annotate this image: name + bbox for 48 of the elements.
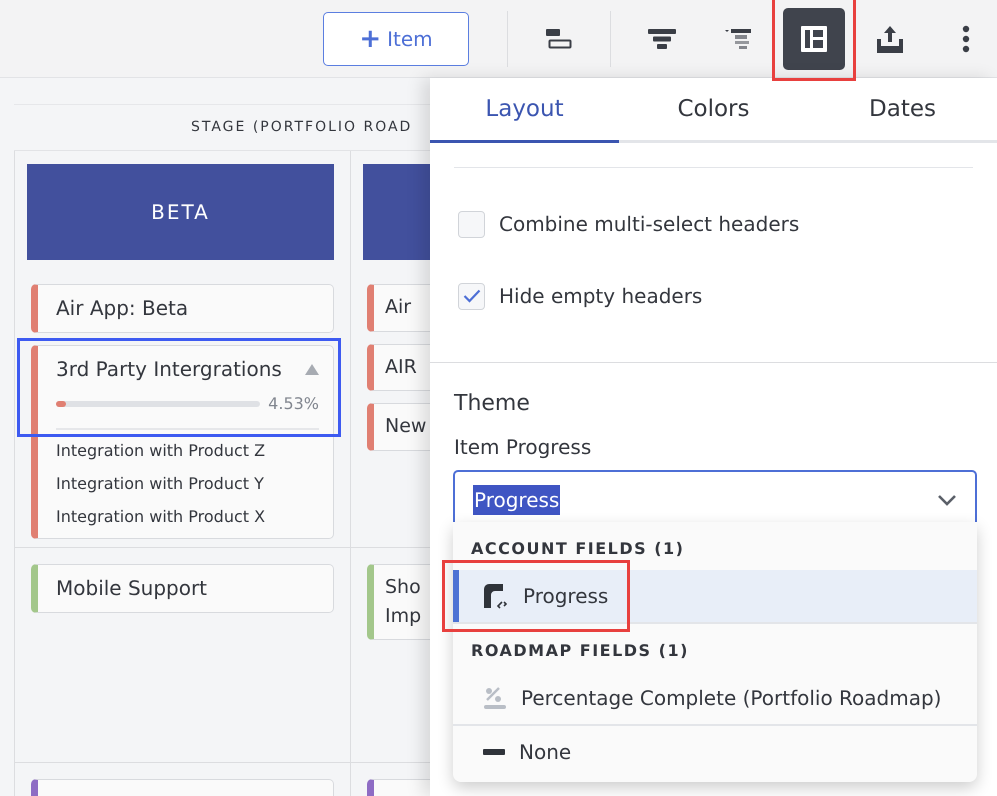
- item-card[interactable]: New: [367, 403, 430, 450]
- checkbox[interactable]: [458, 210, 485, 238]
- item-card[interactable]: Air App: Beta: [31, 284, 334, 333]
- group-heading: ROADMAP FIELDS (1): [470, 640, 690, 662]
- bars-icon: [546, 28, 572, 48]
- card-title: Air App: Beta: [56, 295, 188, 322]
- check-icon: [462, 289, 480, 303]
- field-label: Item Progress: [453, 434, 592, 461]
- panel-tab[interactable]: Dates: [808, 78, 997, 143]
- item-card[interactable]: 3rd Party Intergrations 4.53% Integration with Product Z Integration with Product Y Integration with Product X: [31, 345, 334, 539]
- panel-tab[interactable]: Layout: [430, 78, 619, 143]
- child-item[interactable]: Integration with Product Z: [56, 439, 319, 463]
- card-title: Mobile Support: [56, 575, 208, 602]
- dropdown-option[interactable]: Progress: [453, 570, 977, 622]
- layout-icon: [800, 24, 828, 52]
- card-title: Air: [385, 295, 412, 320]
- item-card[interactable]: Sho Imp: [367, 564, 430, 640]
- section-title: Theme: [453, 390, 531, 418]
- dropdown-option[interactable]: None: [453, 726, 977, 778]
- progress-percent: 4.53%: [268, 393, 319, 415]
- card-title: AIR: [385, 354, 417, 380]
- group-heading: ACCOUNT FIELDS (1): [470, 538, 686, 560]
- chevron-down-icon: [937, 494, 957, 506]
- checkbox-label: Hide empty headers: [499, 283, 702, 310]
- more-icon: [962, 24, 970, 52]
- item-card[interactable]: Air: [367, 284, 430, 332]
- child-item[interactable]: Integration with Product X: [56, 505, 319, 529]
- dropdown-option[interactable]: Percentage Complete (Portfolio Roadmap): [453, 672, 977, 724]
- group-header: STAGE (PORTFOLIO ROAD: [191, 118, 412, 137]
- percentage-icon: [483, 686, 507, 710]
- card-title: 3rd Party Intergrations: [56, 356, 282, 383]
- stacked-bars-icon: [648, 28, 676, 48]
- item-card[interactable]: AIR: [367, 344, 430, 391]
- item-card[interactable]: Mobile Support: [31, 564, 334, 613]
- card-title: New: [385, 414, 426, 439]
- add-item-button[interactable]: + Item: [323, 12, 469, 66]
- checkbox-label: Combine multi-select headers: [499, 211, 800, 238]
- toolbar-button[interactable]: [783, 8, 845, 70]
- column-header: BETA: [27, 164, 334, 260]
- child-item[interactable]: Integration with Product Y: [56, 472, 319, 496]
- panel-tab[interactable]: Colors: [619, 78, 808, 143]
- checkbox[interactable]: [458, 282, 485, 310]
- progress-field-icon: [483, 583, 509, 609]
- upload-icon: [876, 24, 904, 52]
- outline-icon: [725, 28, 751, 48]
- select-value: Progress: [473, 484, 560, 514]
- dash-icon: [483, 749, 505, 755]
- card-title: Sho Imp: [385, 575, 422, 628]
